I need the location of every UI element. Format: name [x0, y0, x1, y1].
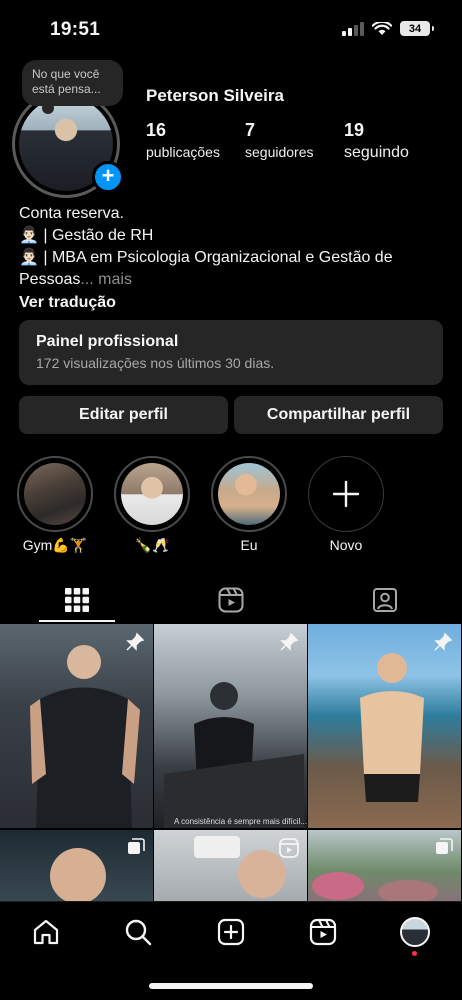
- dashboard-subtitle: 172 visualizações nos últimos 30 dias.: [36, 355, 275, 371]
- pinned-icon: [126, 632, 145, 651]
- grid-icon: [65, 588, 89, 612]
- reels-icon: [218, 587, 244, 613]
- highlight-eu[interactable]: Eu: [211, 456, 287, 553]
- highlight-new[interactable]: Novo: [308, 456, 384, 553]
- nav-profile[interactable]: [399, 916, 431, 948]
- stat-following[interactable]: 19 seguindo: [344, 120, 409, 162]
- nav-reels[interactable]: [307, 916, 339, 948]
- bio-line: 👨🏻‍💼 | Gestão de RH: [19, 227, 154, 244]
- dashboard-title: Painel profissional: [36, 333, 179, 350]
- plus-icon: [332, 480, 360, 508]
- highlight-ring: [211, 456, 287, 532]
- pinned-icon: [280, 632, 299, 651]
- highlight-cheers[interactable]: 🍾🥂: [114, 456, 190, 554]
- edit-profile-button[interactable]: Editar perfil: [19, 396, 228, 434]
- note-bubble[interactable]: No que você está pensa...: [22, 60, 123, 114]
- stat-following-value: 19: [344, 120, 365, 140]
- see-translation-link[interactable]: Ver tradução: [19, 292, 439, 314]
- tagged-icon: [373, 588, 397, 612]
- home-indicator[interactable]: [149, 983, 313, 989]
- signal-icon: [342, 21, 364, 36]
- stat-posts[interactable]: 16 publicações: [146, 120, 220, 160]
- home-icon: [33, 919, 59, 945]
- bio-line: 👨🏻‍💼 | MBA em Psicologia Organizacional …: [19, 249, 393, 266]
- bio-more-link[interactable]: ... mais: [80, 271, 132, 288]
- nav-create[interactable]: [215, 916, 247, 948]
- tab-reels[interactable]: [154, 578, 308, 622]
- stat-posts-label: publicações: [146, 144, 220, 160]
- post-tile[interactable]: [154, 830, 307, 904]
- stat-followers[interactable]: 7 seguidores: [245, 120, 314, 160]
- post-caption: A consistência é sempre mais difícil...: [174, 817, 307, 826]
- nav-home[interactable]: [30, 916, 62, 948]
- nav-search[interactable]: [122, 916, 154, 948]
- status-icons: 34: [342, 21, 434, 36]
- battery-icon: 34: [400, 21, 434, 36]
- carousel-icon: [436, 838, 453, 854]
- post-photo: [30, 645, 140, 828]
- highlight-cover: [24, 463, 86, 525]
- highlight-label: Gym💪🏋️: [22, 537, 88, 553]
- highlight-ring: [114, 456, 190, 532]
- tab-tagged[interactable]: [308, 578, 462, 622]
- reel-icon: [279, 838, 299, 858]
- notification-dot: [412, 951, 417, 956]
- post-tile[interactable]: [308, 830, 461, 904]
- carousel-icon: [128, 838, 145, 854]
- post-tile[interactable]: A consistência é sempre mais difícil...: [154, 624, 307, 828]
- new-highlight-button[interactable]: [308, 456, 384, 532]
- highlight-label: 🍾🥂: [134, 537, 170, 553]
- tab-posts-grid[interactable]: [0, 578, 154, 622]
- profile-avatar-icon: [400, 917, 430, 947]
- highlight-ring: [17, 456, 93, 532]
- stat-posts-value: 16: [146, 120, 167, 140]
- highlight-gym[interactable]: Gym💪🏋️: [17, 456, 93, 554]
- post-photo: [164, 682, 304, 828]
- highlight-label: Eu: [240, 537, 258, 553]
- highlight-label: Novo: [329, 537, 363, 553]
- status-time: 19:51: [50, 19, 101, 40]
- stat-followers-value: 7: [245, 120, 256, 140]
- highlight-cover: [121, 463, 183, 525]
- bio-line: Pessoas... mais: [19, 271, 132, 288]
- active-tab-indicator: [39, 620, 115, 622]
- office-worker-emoji-icon: 👨🏻‍💼: [19, 249, 39, 266]
- search-icon: [125, 919, 152, 946]
- stat-followers-label: seguidores: [245, 144, 314, 160]
- post-tile[interactable]: [0, 830, 153, 904]
- post-tile[interactable]: [0, 624, 153, 828]
- posts-grid: A consistência é sempre mais difícil...: [0, 624, 462, 904]
- office-worker-emoji-icon: 👨🏻‍💼: [19, 227, 39, 244]
- post-photo: [360, 653, 424, 802]
- profile-bio: Conta reserva. 👨🏻‍💼 | Gestão de RH 👨🏻‍💼 …: [19, 203, 439, 314]
- pinned-icon: [434, 632, 453, 651]
- professional-dashboard[interactable]: Painel profissional 172 visualizações no…: [19, 320, 443, 385]
- add-story-plus-icon[interactable]: +: [92, 161, 124, 193]
- stat-following-label: seguindo: [344, 144, 409, 161]
- post-tile[interactable]: [308, 624, 461, 828]
- reels-icon: [309, 918, 337, 946]
- status-bar: 19:51 34: [0, 0, 462, 60]
- share-profile-button[interactable]: Compartilhar perfil: [234, 396, 443, 434]
- wifi-icon: [372, 21, 392, 35]
- profile-tabs: [0, 578, 462, 622]
- create-post-icon: [217, 918, 245, 946]
- highlight-cover: [218, 463, 280, 525]
- bio-line: Conta reserva.: [19, 205, 124, 222]
- profile-name: Peterson Silveira: [146, 86, 284, 105]
